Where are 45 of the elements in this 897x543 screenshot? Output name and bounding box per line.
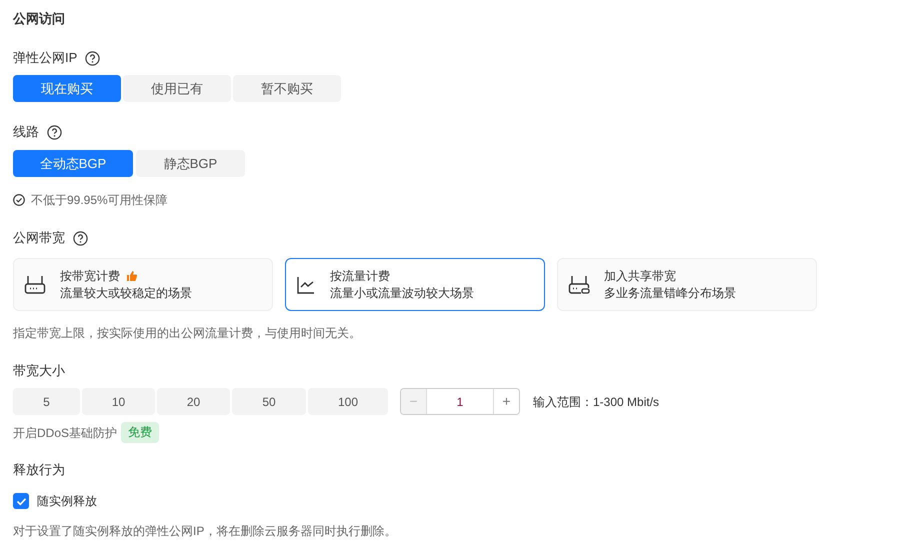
- field-label: 释放行为: [13, 461, 65, 480]
- ddos-label: 开启DDoS基础防护: [13, 424, 118, 442]
- help-icon[interactable]: [73, 230, 88, 246]
- section-title: 公网访问: [13, 10, 66, 28]
- card-description: 多业务流量错峰分布场景: [604, 284, 736, 302]
- thumbs-up-icon: [126, 270, 138, 282]
- checkbox-label: 随实例释放: [37, 493, 97, 510]
- billing-card[interactable]: 加入共享带宽 多业务流量错峰分布场景: [557, 258, 817, 311]
- field-label: 带宽大小: [13, 362, 65, 380]
- size-option[interactable]: 50: [232, 388, 306, 415]
- option-button[interactable]: 暂不购买: [233, 75, 341, 102]
- size-option[interactable]: 5: [13, 388, 80, 415]
- billing-card[interactable]: 按流量计费 流量小或流量波动较大场景: [285, 258, 545, 311]
- size-option[interactable]: 10: [82, 388, 155, 415]
- card-title: 加入共享带宽: [604, 268, 676, 284]
- stepper-value: 1: [456, 394, 464, 410]
- help-icon[interactable]: [47, 124, 62, 140]
- size-option[interactable]: 100: [308, 388, 388, 415]
- card-description: 流量较大或较稳定的场景: [60, 284, 192, 302]
- hint-text: 指定带宽上限，按实际使用的出公网流量计费，与使用时间无关。: [13, 325, 362, 342]
- option-button[interactable]: 静态BGP: [136, 150, 245, 177]
- check-icon: [16, 496, 26, 506]
- help-icon[interactable]: [85, 50, 100, 66]
- router-link-icon: [568, 274, 590, 294]
- free-tag: 免费: [121, 422, 160, 443]
- field-label: 公网带宽: [13, 229, 65, 248]
- card-title: 按流量计费: [330, 268, 390, 284]
- note-text: 对于设置了随实例释放的弹性公网IP，将在删除云服务器同时执行删除。: [13, 523, 398, 540]
- increment-button[interactable]: +: [493, 389, 519, 414]
- router-icon: [24, 274, 46, 294]
- option-button[interactable]: 全动态BGP: [13, 150, 133, 177]
- checkbox[interactable]: [13, 493, 29, 509]
- field-label: 弹性公网IP: [13, 49, 78, 68]
- card-title: 按带宽计费: [60, 268, 120, 284]
- number-stepper[interactable]: − 1 +: [400, 388, 520, 415]
- line-chart-icon: [296, 274, 316, 294]
- field-label: 线路: [13, 123, 39, 142]
- range-text: 输入范围：1-300 Mbit/s: [533, 394, 660, 410]
- check-circle-icon: [13, 194, 25, 206]
- guarantee-text: 不低于99.95%可用性保障: [31, 192, 168, 209]
- option-button[interactable]: 使用已有: [123, 75, 231, 102]
- option-button[interactable]: 现在购买: [13, 75, 121, 102]
- billing-card[interactable]: 按带宽计费 流量较大或较稳定的场景: [13, 258, 273, 311]
- size-option[interactable]: 20: [157, 388, 230, 415]
- card-description: 流量小或流量波动较大场景: [330, 284, 474, 302]
